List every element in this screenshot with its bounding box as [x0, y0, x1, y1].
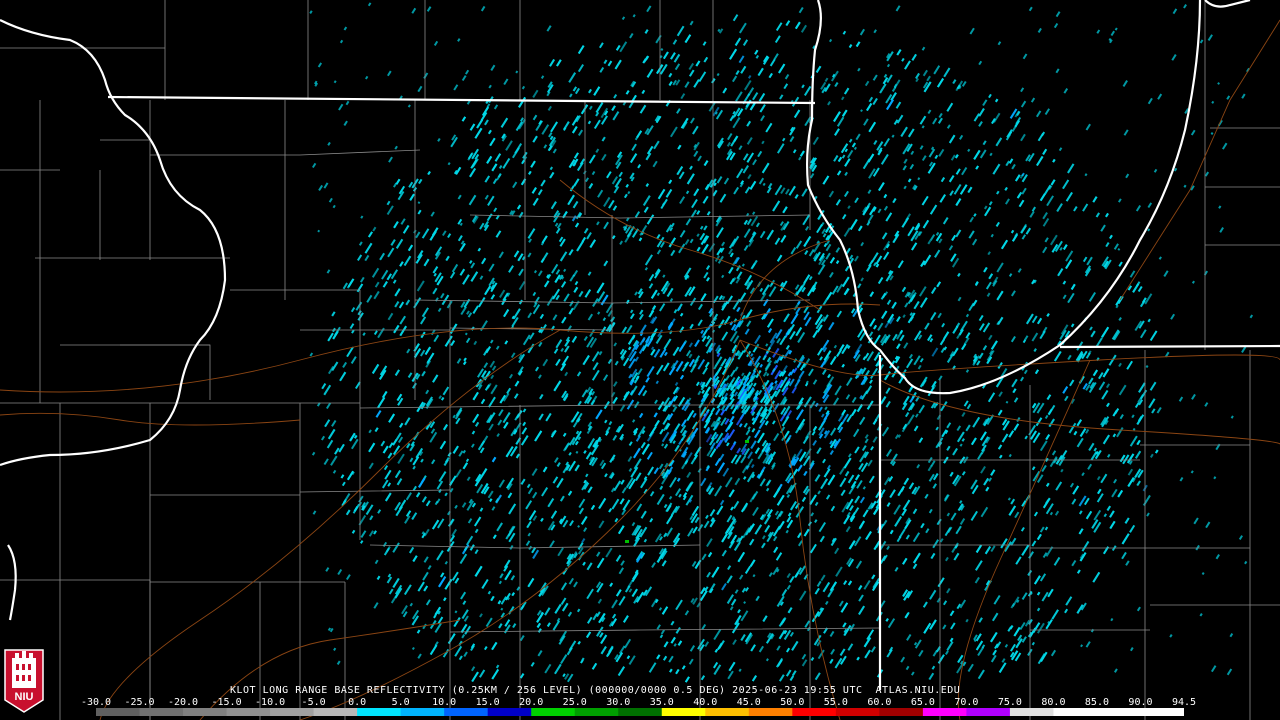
scale-label: 85.0 — [1084, 697, 1109, 708]
scale-label: 10.0 — [432, 697, 457, 708]
scale-label: 60.0 — [867, 697, 892, 708]
scale-label: -25.0 — [124, 697, 155, 708]
colorbar-segment — [400, 708, 445, 716]
scale-label: 35.0 — [649, 697, 674, 708]
scale-label: 75.0 — [997, 697, 1022, 708]
scale-label: -15.0 — [211, 697, 242, 708]
scale-label: 94.5 — [1171, 697, 1197, 708]
scale-label: 70.0 — [954, 697, 979, 708]
colorbar-segment — [705, 708, 750, 716]
scale-labels: -30.0 -25.0 -20.0 -15.0 -10.0 -5.0 0.0 5.0 10.0 1… — [81, 697, 1197, 708]
colorbar-segment — [357, 708, 402, 716]
colorbar-segment — [618, 708, 663, 716]
colorbar-segment — [835, 708, 880, 716]
colorbar-segment — [1096, 708, 1141, 716]
scale-label: -5.0 — [301, 697, 326, 708]
scale-label: 65.0 — [910, 697, 935, 708]
scale-label: 5.0 — [391, 697, 410, 708]
colorbar-segment — [531, 708, 576, 716]
scale-label: 40.0 — [693, 697, 718, 708]
niu-logo: NIU — [4, 649, 44, 713]
colorbar-segment — [966, 708, 1011, 716]
colorbar-segment — [1009, 708, 1054, 716]
colorbar-segment — [661, 708, 706, 716]
colorbar-segment — [96, 708, 141, 716]
colorbar-segment — [444, 708, 489, 716]
colorbar-segment — [487, 708, 532, 716]
colorbar-segment — [270, 708, 315, 716]
colorbar-segment — [748, 708, 793, 716]
scale-label: -10.0 — [255, 697, 286, 708]
scale-label: -20.0 — [167, 697, 199, 708]
colorbar-segment — [226, 708, 271, 716]
colorbar-segment — [1140, 708, 1184, 716]
scale-label: 45.0 — [736, 697, 761, 708]
scale-label: 0.0 — [348, 697, 367, 708]
scale-label: 30.0 — [606, 697, 631, 708]
scale-label: 90.0 — [1128, 697, 1153, 708]
colorbar-segment — [792, 708, 837, 716]
scale-label: 15.0 — [475, 697, 500, 708]
colorbar-segment — [879, 708, 924, 716]
colorbar-segment — [313, 708, 358, 716]
colorbar-segment — [183, 708, 228, 716]
scale-label: 50.0 — [780, 697, 805, 708]
scale-label: 20.0 — [519, 697, 544, 708]
scale-label: 80.0 — [1041, 697, 1066, 708]
colorbar-segment — [574, 708, 619, 716]
colorbar-segment — [922, 708, 967, 716]
radar-map — [0, 0, 1280, 720]
scale-label: 55.0 — [823, 697, 848, 708]
scale-label: 25.0 — [562, 697, 587, 708]
product-caption: KLOT LONG RANGE BASE REFLECTIVITY (0.25K… — [230, 685, 961, 696]
colorbar-segment — [139, 708, 184, 716]
reflectivity-colorbar — [96, 708, 1184, 716]
logo-text: NIU — [15, 691, 34, 703]
scale-label: -30.0 — [80, 697, 112, 708]
colorbar-segment — [1053, 708, 1098, 716]
